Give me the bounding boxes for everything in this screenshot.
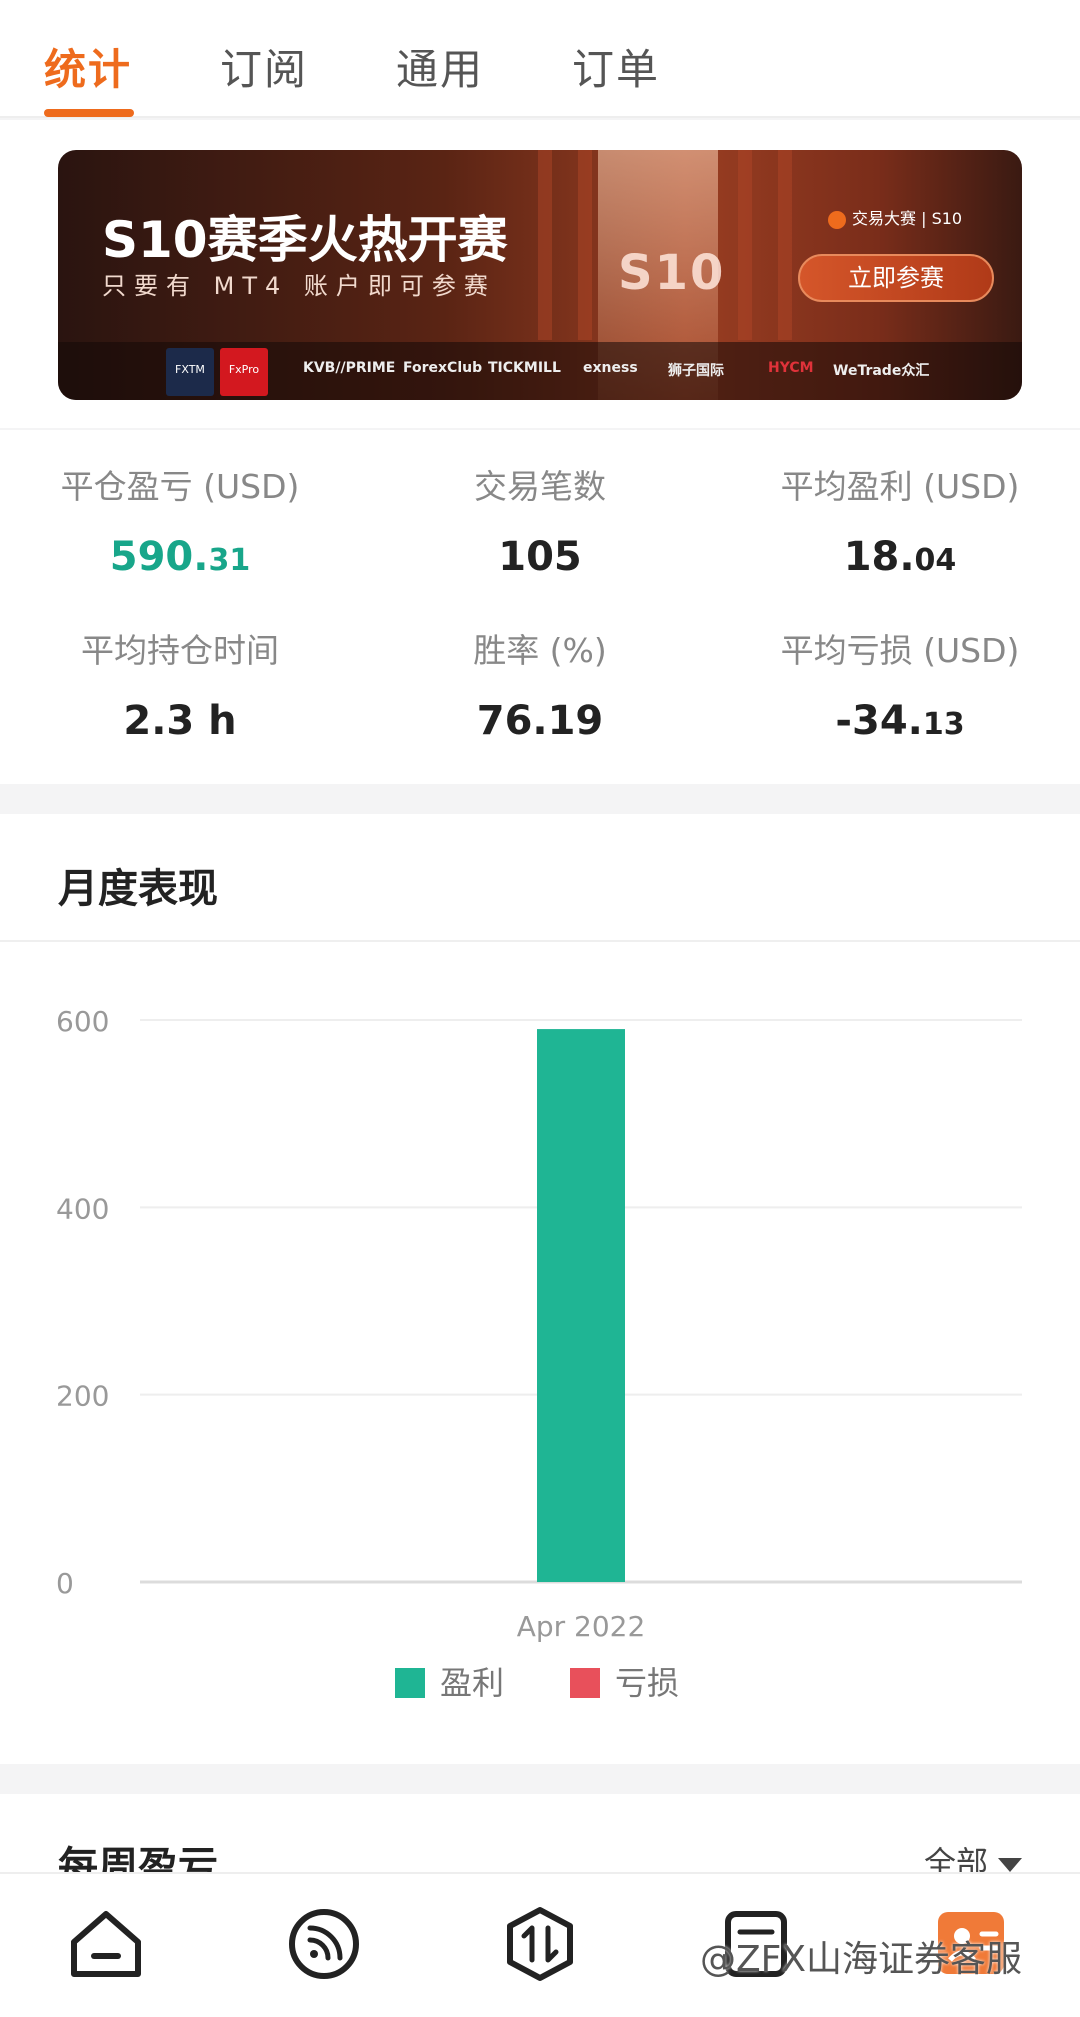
tab-orders[interactable]: 订单	[572, 36, 660, 97]
stat-win-rate: 胜率 (%) 76.19	[360, 624, 720, 744]
banner-brand-text: 交易大赛 | S10	[852, 209, 963, 228]
stat-value: -34.13	[835, 698, 965, 744]
stat-avg-hold-time: 平均持仓时间 2.3 h	[0, 624, 360, 744]
monthly-bar-chart: 0 200 400 600 Apr 2022 盈利 亏损	[56, 1005, 1022, 1702]
promo-banner[interactable]: S10赛季火热开赛 只要有 MT4 账户即可参赛 S10 交易大赛 | S10 …	[58, 150, 1022, 400]
banner-section: S10赛季火热开赛 只要有 MT4 账户即可参赛 S10 交易大赛 | S10 …	[0, 120, 1080, 428]
brand-logo-icon	[828, 210, 846, 229]
y-tick-label: 600	[56, 1005, 109, 1038]
stat-label: 交易笔数	[474, 467, 606, 506]
legend-swatch	[570, 1668, 600, 1698]
stat-value: 105	[498, 534, 582, 580]
sponsor-logo: TICKMILL	[488, 360, 561, 376]
y-tick-label: 0	[56, 1567, 74, 1600]
stat-label: 平仓盈亏 (USD)	[60, 467, 300, 506]
stat-label: 平均盈利 (USD)	[780, 467, 1020, 506]
monthly-performance-card: 月度表现 0 200 400 600 Apr 2022 盈利 亏损	[0, 814, 1080, 1764]
sponsor-logo: WeTrade众汇	[833, 363, 930, 379]
bar	[537, 1029, 625, 1582]
sponsor-logos: FXTM FxPro KVB//PRIME ForexClub TICKMILL…	[58, 342, 1022, 400]
legend-swatch	[395, 1668, 425, 1698]
stats-grid: 平仓盈亏 (USD) 590.31 交易笔数 105 平均盈利 (USD) 18…	[0, 430, 1080, 784]
tab-subscribe[interactable]: 订阅	[220, 36, 308, 97]
active-tab-indicator	[44, 109, 134, 117]
banner-brand: 交易大赛 | S10	[828, 205, 962, 229]
stat-closed-pnl: 平仓盈亏 (USD) 590.31	[0, 460, 360, 580]
x-tick-label: Apr 2022	[517, 1610, 646, 1643]
app: 统计 订阅 通用 订单 S10赛季火热开赛 只要有 MT4 账户即可参赛 S10…	[0, 0, 1080, 2017]
stat-avg-profit: 平均盈利 (USD) 18.04	[720, 460, 1080, 580]
monthly-title: 月度表现	[58, 866, 218, 912]
nav-home-icon[interactable]	[66, 1904, 146, 1984]
top-tab-bar: 统计 订阅 通用 订单	[0, 0, 1080, 118]
sponsor-logo: 狮子国际	[668, 363, 724, 379]
stat-value: 2.3 h	[123, 698, 237, 744]
sponsor-logo: FXTM	[166, 348, 214, 396]
sponsor-logo: FxPro	[220, 348, 268, 396]
banner-s10-mark: S10	[618, 245, 726, 301]
trade-icon	[507, 1907, 573, 1981]
y-tick-label: 400	[56, 1192, 109, 1225]
stat-label: 平均持仓时间	[81, 631, 279, 670]
stat-value: 590.31	[109, 534, 251, 580]
stat-label: 胜率 (%)	[473, 631, 607, 670]
join-contest-button[interactable]: 立即参赛	[798, 254, 994, 302]
nav-feed-icon[interactable]	[284, 1904, 364, 1984]
stat-value: 18.04	[843, 534, 957, 580]
sponsor-logo: KVB//PRIME	[303, 360, 396, 376]
banner-title: S10赛季火热开赛	[102, 211, 508, 269]
sponsor-logo: ForexClub	[403, 360, 483, 376]
stat-avg-loss: 平均亏损 (USD) -34.13	[720, 624, 1080, 744]
sponsor-logo: HYCM	[768, 360, 814, 376]
tab-general[interactable]: 通用	[396, 36, 484, 97]
caret-down-icon	[998, 1858, 1022, 1872]
legend-label: 亏损	[615, 1664, 679, 1702]
home-icon	[71, 1911, 141, 1977]
stat-label: 平均亏损 (USD)	[780, 631, 1020, 670]
watermark-text: @ZFX山海证券客服	[700, 1939, 1023, 1980]
y-tick-label: 200	[56, 1380, 109, 1413]
feed-icon	[289, 1909, 359, 1979]
banner-subtitle: 只要有 MT4 账户即可参赛	[102, 272, 496, 300]
stat-value: 76.19	[476, 698, 604, 744]
sponsor-logo: exness	[583, 360, 638, 376]
nav-trade-icon[interactable]	[500, 1904, 580, 1984]
legend-label: 盈利	[440, 1664, 504, 1702]
stat-trade-count: 交易笔数 105	[360, 460, 720, 580]
tab-statistics[interactable]: 统计	[44, 36, 132, 97]
